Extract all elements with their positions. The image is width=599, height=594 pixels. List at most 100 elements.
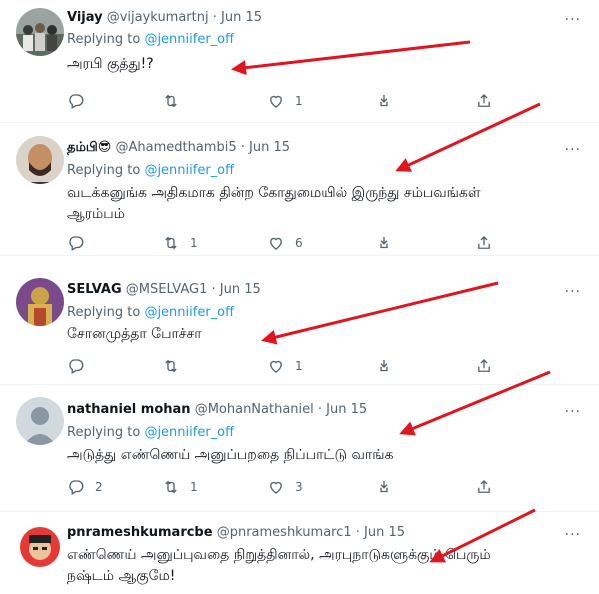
more-icon[interactable]: ··· [565, 284, 581, 300]
reply-count: 2 [95, 480, 103, 494]
tweet-text: அடுத்து எண்ணெய் அனுப்பறதை நிப்பாட்டு வாங… [67, 447, 394, 463]
tweet-card[interactable]: pnrameshkumarcbe @pnrameshkumarc1 · Jun … [0, 512, 599, 594]
reply-button[interactable]: 2 [67, 477, 103, 497]
display-name[interactable]: pnrameshkumarcbe [67, 525, 213, 540]
avatar-image [16, 523, 64, 571]
like-count: 3 [295, 480, 303, 494]
reply-icon [67, 357, 85, 375]
share-button[interactable] [475, 233, 493, 253]
download-button[interactable] [375, 477, 393, 497]
share-icon [475, 234, 493, 252]
handle-and-date[interactable]: @Ahamedthambi5 · Jun 15 [115, 140, 290, 155]
share-icon [475, 92, 493, 110]
replying-handle-link[interactable]: @jenniifer_off [144, 425, 234, 440]
avatar-image [16, 136, 64, 184]
like-button[interactable]: 3 [267, 477, 303, 497]
retweet-icon [162, 478, 180, 496]
retweet-icon [162, 357, 180, 375]
replying-prefix: Replying to [67, 425, 141, 440]
download-icon [375, 92, 393, 110]
reply-button[interactable] [67, 233, 95, 253]
retweet-icon [162, 234, 180, 252]
tweet-card[interactable]: Vijay @vijaykumartnj · Jun 15 ··· Replyi… [0, 0, 599, 123]
replying-to: Replying to @jenniifer_off [67, 32, 234, 47]
tweet-header: தம்பி😎 @Ahamedthambi5 · Jun 15 [67, 140, 290, 156]
retweet-button[interactable]: 1 [162, 477, 198, 497]
action-bar: 1 6 [67, 233, 497, 253]
tweet-header: Vijay @vijaykumartnj · Jun 15 [67, 10, 262, 25]
retweet-button[interactable]: 1 [162, 233, 198, 253]
tweet-card[interactable]: nathaniel mohan @MohanNathaniel · Jun 15… [0, 385, 599, 512]
reply-button[interactable] [67, 356, 95, 376]
like-count: 6 [295, 236, 303, 250]
replying-prefix: Replying to [67, 305, 141, 320]
replying-to: Replying to @jenniifer_off [67, 425, 234, 440]
replying-to: Replying to @jenniifer_off [67, 305, 234, 320]
reply-icon [67, 92, 85, 110]
like-count: 1 [295, 359, 303, 373]
default-avatar-image [16, 397, 64, 445]
handle-and-date[interactable]: @vijaykumartnj · Jun 15 [107, 10, 262, 25]
more-icon[interactable]: ··· [565, 142, 581, 158]
action-bar: 1 [67, 91, 497, 111]
download-button[interactable] [375, 91, 393, 111]
tweet-card[interactable]: தம்பி😎 @Ahamedthambi5 · Jun 15 ··· Reply… [0, 123, 599, 256]
replying-prefix: Replying to [67, 163, 141, 178]
retweet-count: 1 [190, 480, 198, 494]
display-name[interactable]: தம்பி😎 [67, 140, 111, 155]
action-bar: 1 [67, 356, 497, 376]
avatar-image [16, 8, 64, 56]
replying-to: Replying to @jenniifer_off [67, 163, 234, 178]
replying-handle-link[interactable]: @jenniifer_off [144, 32, 234, 47]
download-button[interactable] [375, 233, 393, 253]
avatar[interactable] [16, 397, 64, 445]
share-button[interactable] [475, 356, 493, 376]
retweet-button[interactable] [162, 356, 190, 376]
like-count: 1 [295, 94, 303, 108]
avatar[interactable] [16, 8, 64, 56]
like-button[interactable]: 1 [267, 91, 303, 111]
tweet-text: வடக்கனுங்க அதிகமாக தின்ற கோதுமையில் இருந… [67, 185, 481, 222]
reply-icon [67, 234, 85, 252]
avatar-image [16, 278, 64, 326]
handle-and-date[interactable]: @pnrameshkumarc1 · Jun 15 [217, 525, 405, 540]
action-bar: 2 1 3 [67, 477, 497, 497]
heart-icon [267, 92, 285, 110]
more-icon[interactable]: ··· [565, 527, 581, 543]
heart-icon [267, 478, 285, 496]
download-icon [375, 478, 393, 496]
tweet-text: அரபி குத்து!? [67, 56, 154, 72]
display-name[interactable]: nathaniel mohan [67, 402, 191, 417]
retweet-button[interactable] [162, 91, 190, 111]
display-name[interactable]: Vijay [67, 10, 103, 25]
reply-button[interactable] [67, 91, 95, 111]
tweet-text: எண்ணெய் அனுப்புவதை நிறுத்தினால், அரபுநாட… [67, 547, 491, 584]
handle-and-date[interactable]: @MohanNathaniel · Jun 15 [195, 402, 367, 417]
tweet-text: சோனமுத்தா போச்சா [67, 326, 202, 342]
tweet-header: nathaniel mohan @MohanNathaniel · Jun 15 [67, 402, 367, 417]
share-icon [475, 357, 493, 375]
reply-icon [67, 478, 85, 496]
download-icon [375, 357, 393, 375]
download-icon [375, 234, 393, 252]
download-button[interactable] [375, 356, 393, 376]
avatar[interactable] [16, 278, 64, 326]
tweet-header: pnrameshkumarcbe @pnrameshkumarc1 · Jun … [67, 525, 405, 540]
like-button[interactable]: 6 [267, 233, 303, 253]
retweet-icon [162, 92, 180, 110]
handle-and-date[interactable]: @MSELVAG1 · Jun 15 [126, 282, 261, 297]
replying-handle-link[interactable]: @jenniifer_off [144, 163, 234, 178]
share-icon [475, 478, 493, 496]
share-button[interactable] [475, 477, 493, 497]
avatar[interactable] [16, 136, 64, 184]
replying-handle-link[interactable]: @jenniifer_off [144, 305, 234, 320]
heart-icon [267, 234, 285, 252]
more-icon[interactable]: ··· [565, 12, 581, 28]
more-icon[interactable]: ··· [565, 404, 581, 420]
tweet-card[interactable]: SELVAG @MSELVAG1 · Jun 15 ··· Replying t… [0, 256, 599, 385]
avatar[interactable] [16, 523, 64, 571]
like-button[interactable]: 1 [267, 356, 303, 376]
replying-prefix: Replying to [67, 32, 141, 47]
share-button[interactable] [475, 91, 493, 111]
display-name[interactable]: SELVAG [67, 282, 122, 297]
